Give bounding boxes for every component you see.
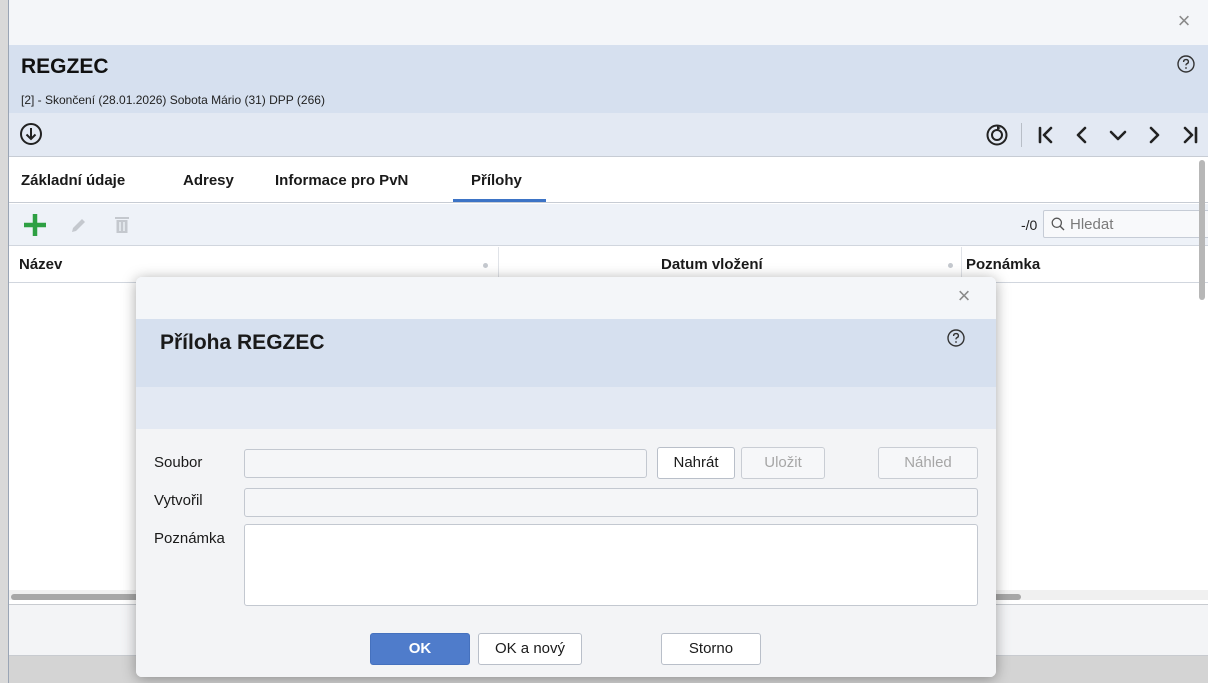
refresh-icon <box>986 124 1008 146</box>
edit-button[interactable] <box>67 213 91 237</box>
vertical-scrollbar[interactable] <box>1199 160 1205 300</box>
trash-icon <box>115 217 129 233</box>
chevron-down-icon <box>1109 130 1127 141</box>
add-button[interactable] <box>23 213 47 237</box>
download-circle-icon[interactable] <box>19 122 43 146</box>
record-menu-button[interactable] <box>1100 119 1136 151</box>
delete-button[interactable] <box>110 213 134 237</box>
search-box[interactable] <box>1043 210 1208 238</box>
tab-bar: Základní údaje Adresy Informace pro PvN … <box>9 158 1208 203</box>
close-icon[interactable]: × <box>1172 10 1196 34</box>
attachment-dialog: × Příloha REGZEC Soubor Nahrát Uložit Ná… <box>136 277 996 677</box>
search-icon <box>1051 217 1065 231</box>
column-resize-handle[interactable] <box>948 263 953 268</box>
help-icon[interactable] <box>946 328 966 348</box>
column-resize-handle[interactable] <box>483 263 488 268</box>
page-subtitle: [2] - Skončení (28.01.2026) Sobota Mário… <box>21 93 325 107</box>
poznamka-textarea[interactable] <box>244 524 978 606</box>
ok-button[interactable]: OK <box>370 633 470 665</box>
ok-and-new-button[interactable]: OK a nový <box>478 633 582 665</box>
first-record-button[interactable] <box>1028 119 1064 151</box>
tab-adresy[interactable]: Adresy <box>183 172 234 189</box>
previous-record-icon <box>1076 126 1087 144</box>
add-icon <box>24 214 46 236</box>
active-tab-indicator <box>453 199 546 202</box>
window-header: REGZEC [2] - Skončení (28.01.2026) Sobot… <box>9 45 1208 113</box>
pencil-icon <box>72 219 85 232</box>
column-header-nazev[interactable]: Název <box>19 247 62 283</box>
last-record-icon <box>1183 126 1198 144</box>
tab-informace-pro-pvn[interactable]: Informace pro PvN <box>275 172 408 189</box>
help-icon[interactable] <box>1176 54 1196 74</box>
table-toolbar: -/0 <box>9 204 1208 246</box>
window-toolbar <box>9 113 1208 157</box>
tab-prilohy[interactable]: Přílohy <box>471 172 522 189</box>
search-input[interactable] <box>1070 211 1208 237</box>
record-count: -/0 <box>1021 217 1038 233</box>
upload-button[interactable]: Nahrát <box>657 447 735 479</box>
record-navigation <box>979 119 1208 151</box>
next-record-icon <box>1149 126 1160 144</box>
dialog-toolbar <box>136 387 996 429</box>
page-title: REGZEC <box>21 55 109 78</box>
soubor-field[interactable] <box>244 449 647 478</box>
last-record-button[interactable] <box>1172 119 1208 151</box>
cancel-button[interactable]: Storno <box>661 633 761 665</box>
tab-zakladni-udaje[interactable]: Základní údaje <box>21 172 125 189</box>
poznamka-label: Poznámka <box>154 530 225 547</box>
window-title-bar: × <box>9 0 1208 45</box>
soubor-label: Soubor <box>154 454 203 471</box>
toolbar-divider <box>1021 123 1022 147</box>
dialog-body: Soubor Nahrát Uložit Náhled Vytvořil Poz… <box>136 429 996 677</box>
refresh-button[interactable] <box>979 119 1015 151</box>
preview-button[interactable]: Náhled <box>878 447 978 479</box>
vytvoril-field[interactable] <box>244 488 978 517</box>
dialog-header: Příloha REGZEC <box>136 319 996 387</box>
next-record-button[interactable] <box>1136 119 1172 151</box>
vytvoril-label: Vytvořil <box>154 492 203 509</box>
dialog-title: Příloha REGZEC <box>160 331 325 354</box>
dialog-title-bar: × <box>136 277 996 319</box>
previous-record-button[interactable] <box>1064 119 1100 151</box>
dialog-close-icon[interactable]: × <box>952 285 976 309</box>
first-record-icon <box>1038 126 1053 144</box>
save-button[interactable]: Uložit <box>741 447 825 479</box>
